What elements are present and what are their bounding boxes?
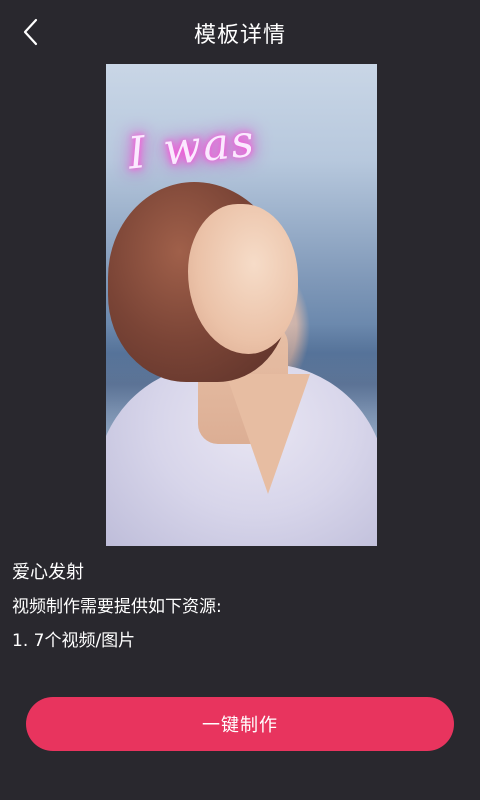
template-preview-image[interactable]: I was (106, 64, 377, 546)
template-name: 爱心发射 (12, 562, 84, 583)
neon-overlay-text: I was (125, 115, 259, 180)
one-click-make-button[interactable]: 一键制作 (26, 697, 454, 751)
page-title: 模板详情 (193, 23, 286, 48)
header: 模板详情 (0, 0, 480, 64)
requirement-label: 视频制作需要提供如下资源: (12, 597, 222, 617)
requirement-item: 1. 7个视频/图片 (12, 631, 136, 651)
neckline-shape (226, 374, 310, 494)
template-detail-screen: 模板详情 I was 爱心发射 视频制作需要提供如下资源: 1. 7个视频/图片… (0, 0, 480, 800)
make-button-label: 一键制作 (202, 715, 278, 736)
